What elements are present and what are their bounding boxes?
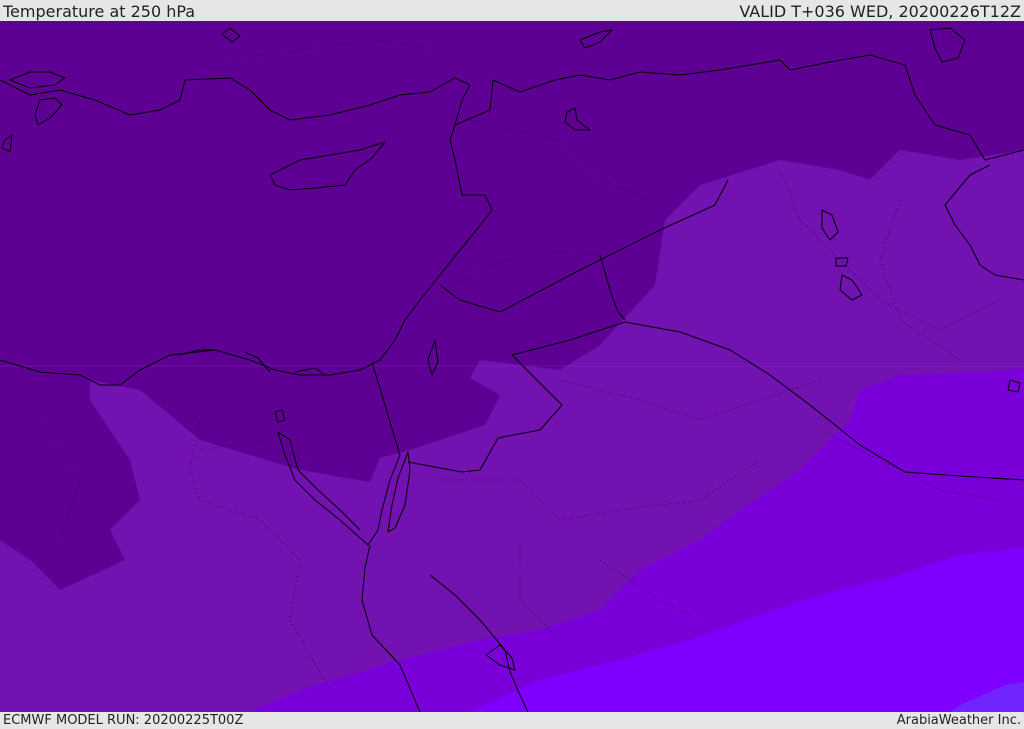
credit-label: ArabiaWeather Inc. (896, 713, 1021, 728)
model-run: ECMWF MODEL RUN: 20200225T00Z (3, 713, 244, 728)
top-bar: Temperature at 250 hPa VALID T+036 WED, … (0, 0, 1024, 21)
bottom-bar: ECMWF MODEL RUN: 20200225T00Z ArabiaWeat… (0, 712, 1024, 729)
temperature-map (0, 21, 1024, 712)
